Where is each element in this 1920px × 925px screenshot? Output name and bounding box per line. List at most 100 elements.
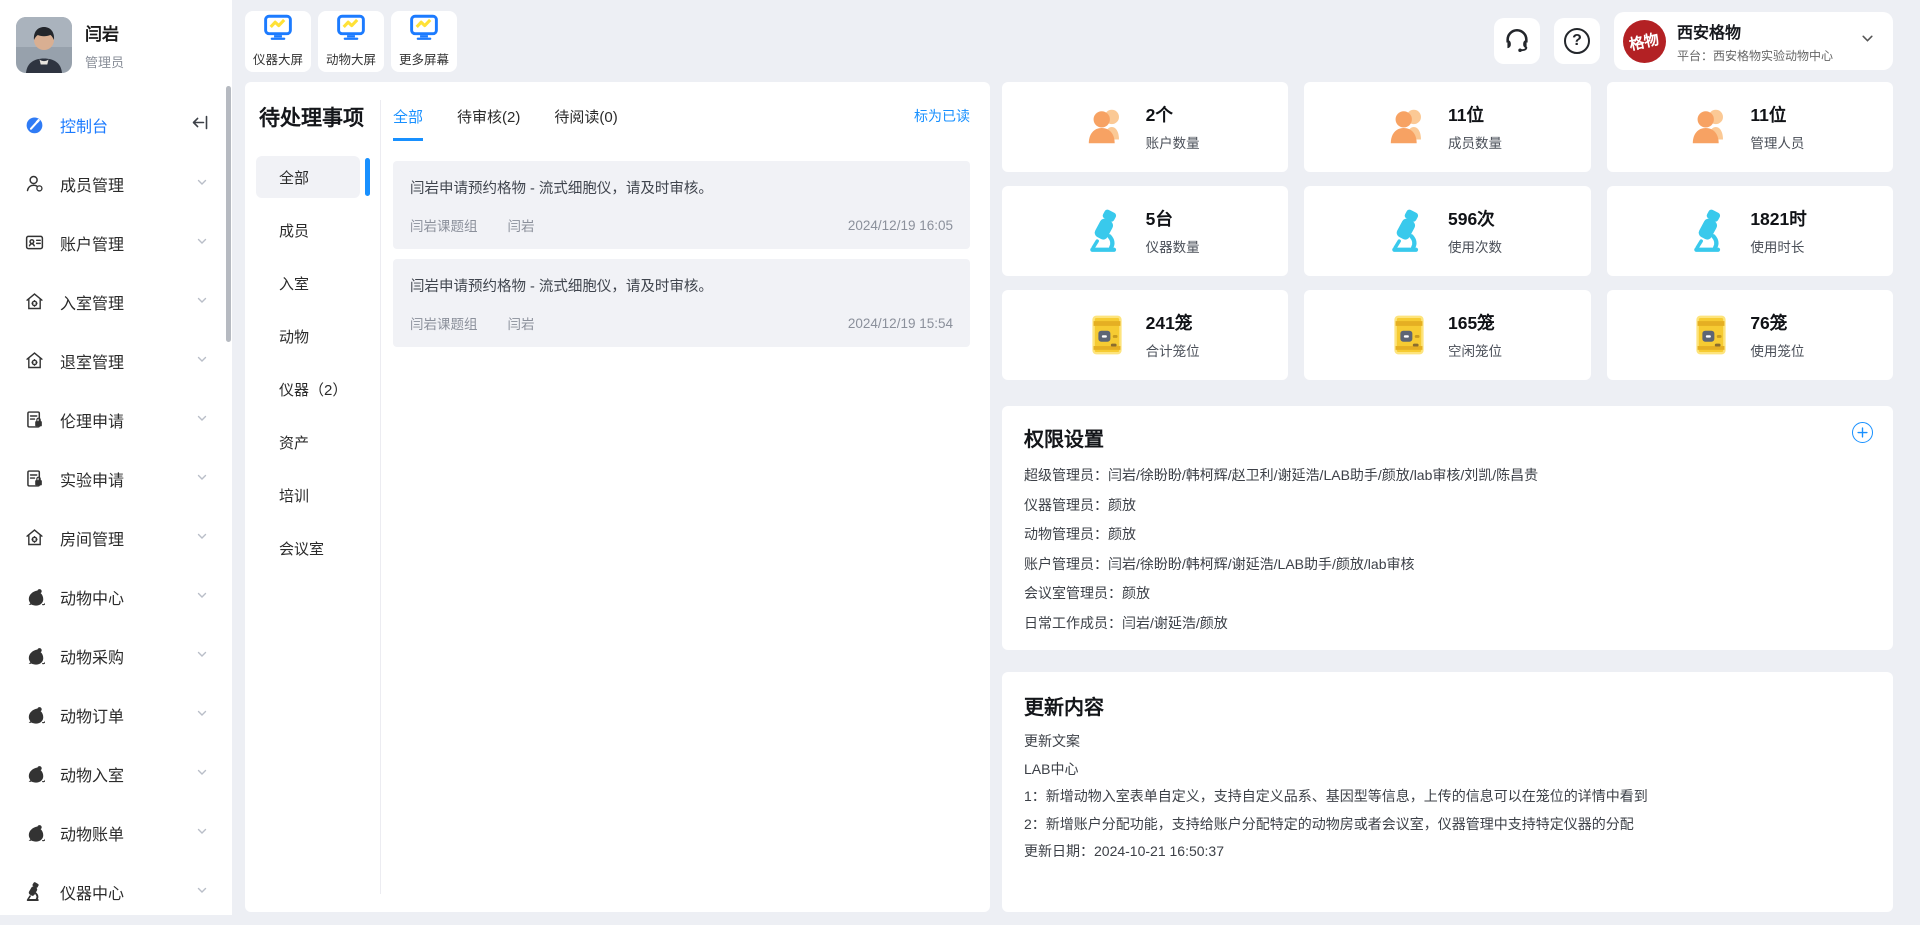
todo-category-animals[interactable]: 动物 <box>256 315 360 357</box>
todo-category-instruments[interactable]: 仪器（2） <box>256 368 360 410</box>
user-name: 闫岩 <box>85 20 124 45</box>
stat-card: 11位 成员数量 <box>1304 82 1590 172</box>
todo-category-training[interactable]: 培训 <box>256 474 360 516</box>
sidebar-item-accounts[interactable]: 账户管理 <box>0 213 232 272</box>
sidebar-item-console[interactable]: 控制台 <box>0 95 232 154</box>
update-line: 2：新增账户分配功能，支持给账户分配特定的动物房或者会议室，仪器管理中支持特定仪… <box>1024 811 1871 839</box>
stat-label: 账户数量 <box>1146 132 1208 152</box>
mouse-icon <box>23 763 45 785</box>
mouse-icon <box>23 645 45 667</box>
permission-line: 超级管理员：闫岩/徐盼盼/韩柯辉/赵卫利/谢延浩/LAB助手/颜放/lab审核/… <box>1024 461 1871 491</box>
mouse-icon <box>23 822 45 844</box>
updates-panel: 更新内容 更新文案LAB中心1：新增动物入室表单自定义，支持自定义品系、基因型等… <box>1002 672 1893 912</box>
notification-message: 闫岩申请预约格物 - 流式细胞仪，请及时审核。 <box>410 177 953 198</box>
stat-card: 76笼 使用笼位 <box>1607 290 1893 380</box>
chevron-down-icon <box>196 706 208 724</box>
org-logo: 格物 <box>1623 20 1666 63</box>
screen-button-label: 仪器大屏 <box>253 49 303 68</box>
sidebar-item-label: 动物采购 <box>60 644 181 668</box>
screen-buttons: 仪器大屏 动物大屏 更多屏幕 <box>245 11 457 72</box>
user-profile: 闫岩 管理员 <box>0 0 232 73</box>
todo-tab-all[interactable]: 全部 <box>393 106 423 141</box>
todo-tab-pending-review[interactable]: 待审核(2) <box>457 106 520 141</box>
sidebar-item-animal-center[interactable]: 动物中心 <box>0 567 232 626</box>
sidebar-item-experiment-application[interactable]: 实验申请 <box>0 449 232 508</box>
stat-value: 2个 <box>1146 102 1208 127</box>
stat-label: 使用次数 <box>1448 236 1510 256</box>
notification-list: 闫岩申请预约格物 - 流式细胞仪，请及时审核。 闫岩课题组 闫岩 2024/12… <box>393 161 970 347</box>
help-button[interactable]: ? <box>1554 18 1600 64</box>
stat-label: 管理人员 <box>1750 132 1812 152</box>
cage-icon <box>1687 311 1735 359</box>
todo-category-list: 全部成员入室动物仪器（2） 资产培训会议室 <box>256 156 380 569</box>
notification-user: 闫岩 <box>508 313 535 333</box>
notification-group: 闫岩课题组 <box>410 313 478 333</box>
support-button[interactable] <box>1494 18 1540 64</box>
chevron-down-icon <box>196 588 208 606</box>
dashboard-column: 2个 账户数量 11位 成员数量 11位 管理人员 5台 仪器数量 596次 使… <box>1002 82 1893 912</box>
notification-user: 闫岩 <box>508 215 535 235</box>
permissions-panel: 权限设置 超级管理员：闫岩/徐盼盼/韩柯辉/赵卫利/谢延浩/LAB助手/颜放/l… <box>1002 406 1893 650</box>
sidebar-item-label: 动物中心 <box>60 585 181 609</box>
cage-icon <box>1385 311 1433 359</box>
sidebar-item-room-management[interactable]: 房间管理 <box>0 508 232 567</box>
avatar <box>16 17 72 73</box>
sidebar-item-room-entry[interactable]: 入室管理 <box>0 272 232 331</box>
notification-message: 闫岩申请预约格物 - 流式细胞仪，请及时审核。 <box>410 275 953 296</box>
permission-line: 动物管理员：颜放 <box>1024 520 1871 550</box>
animal-screen-button[interactable]: 动物大屏 <box>318 11 384 72</box>
sidebar-item-ethics-application[interactable]: 伦理申请 <box>0 390 232 449</box>
chevron-down-icon <box>196 234 208 252</box>
sidebar-item-animal-orders[interactable]: 动物订单 <box>0 685 232 744</box>
todo-category-all[interactable]: 全部 <box>256 156 360 198</box>
notification-item[interactable]: 闫岩申请预约格物 - 流式细胞仪，请及时审核。 闫岩课题组 闫岩 2024/12… <box>393 259 970 347</box>
chevron-down-icon <box>196 765 208 783</box>
more-screens-button[interactable]: 更多屏幕 <box>391 11 457 72</box>
instrument-screen-button[interactable]: 仪器大屏 <box>245 11 311 72</box>
stat-card: 165笼 空闲笼位 <box>1304 290 1590 380</box>
add-permission-button[interactable] <box>1852 422 1873 443</box>
sidebar-nav: 控制台 成员管理 账户管理 入室管理 退室管理 伦理申请 实验申请 房间管理 动… <box>0 95 232 921</box>
todo-tab-pending-read[interactable]: 待阅读(0) <box>554 106 617 141</box>
document-lock-icon <box>23 409 45 431</box>
chevron-down-icon <box>1860 31 1875 51</box>
todo-category-entry[interactable]: 入室 <box>256 262 360 304</box>
sidebar-item-room-exit[interactable]: 退室管理 <box>0 331 232 390</box>
sidebar-item-members[interactable]: 成员管理 <box>0 154 232 213</box>
todo-tabs: 全部待审核(2) 待阅读(0) 标为已读 <box>393 100 970 141</box>
stat-value: 76笼 <box>1750 310 1812 335</box>
sidebar-item-label: 控制台 <box>60 113 177 137</box>
sidebar-item-animal-entry[interactable]: 动物入室 <box>0 744 232 803</box>
todo-category-assets[interactable]: 资产 <box>256 421 360 463</box>
sidebar-item-label: 成员管理 <box>60 172 181 196</box>
sidebar-item-animal-purchase[interactable]: 动物采购 <box>0 626 232 685</box>
stat-value: 5台 <box>1146 206 1208 231</box>
chevron-down-icon <box>196 352 208 370</box>
permission-line: 日常工作成员：闫岩/谢延浩/颜放 <box>1024 609 1871 639</box>
sidebar-item-instrument-center[interactable]: 仪器中心 <box>0 862 232 921</box>
sidebar-item-animal-billing[interactable]: 动物账单 <box>0 803 232 862</box>
sidebar-item-label: 房间管理 <box>60 526 181 550</box>
org-name: 西安格物 <box>1677 19 1833 43</box>
mouse-icon <box>23 586 45 608</box>
users-icon <box>1687 103 1735 151</box>
todo-category-members[interactable]: 成员 <box>256 209 360 251</box>
org-switcher[interactable]: 格物 西安格物 平台：西安格物实验动物中心 <box>1614 12 1893 70</box>
chevron-down-icon <box>196 411 208 429</box>
permission-line: 仪器管理员：颜放 <box>1024 491 1871 521</box>
todo-category-meeting-rooms[interactable]: 会议室 <box>256 527 360 569</box>
microscope-stat-icon <box>1083 207 1131 255</box>
stat-value: 1821时 <box>1750 206 1812 231</box>
chevron-down-icon <box>196 529 208 547</box>
chevron-down-icon <box>196 647 208 665</box>
mark-as-read-link[interactable]: 标为已读 <box>914 106 970 126</box>
sidebar-scrollbar[interactable] <box>226 86 231 342</box>
update-line: 更新日期：2024-10-21 16:50:37 <box>1024 838 1871 866</box>
update-line: LAB中心 <box>1024 756 1871 784</box>
update-line: 更新文案 <box>1024 728 1871 756</box>
sidebar-item-label: 实验申请 <box>60 467 181 491</box>
notification-item[interactable]: 闫岩申请预约格物 - 流式细胞仪，请及时审核。 闫岩课题组 闫岩 2024/12… <box>393 161 970 249</box>
screen-button-label: 动物大屏 <box>326 49 376 68</box>
stat-label: 使用时长 <box>1750 236 1812 256</box>
collapse-sidebar-icon[interactable] <box>192 115 208 135</box>
